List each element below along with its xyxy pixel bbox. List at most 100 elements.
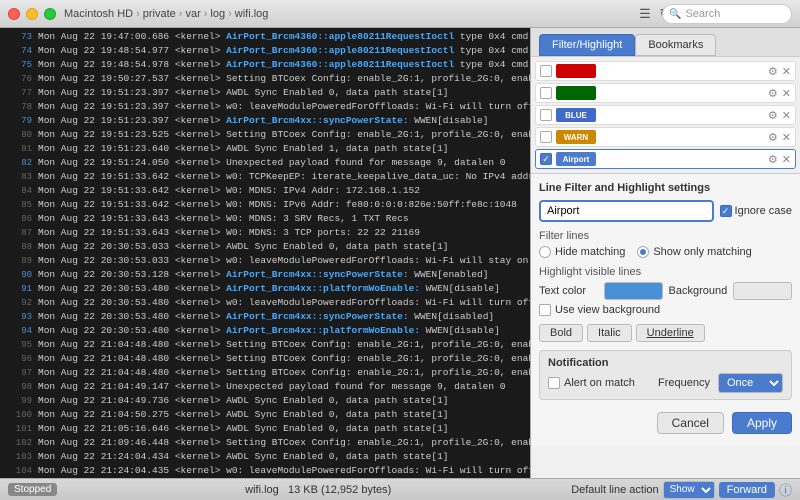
- highlight-section: Highlight visible lines Text color Backg…: [539, 266, 792, 316]
- notification-row: Alert on match Frequency Once Always Nev…: [548, 373, 783, 393]
- maximize-button[interactable]: [44, 8, 56, 20]
- filter-gear-icon[interactable]: ⚙: [768, 131, 778, 144]
- log-line: 89Mon Aug 22 20:30:53.033 <kernel> w0: l…: [0, 254, 530, 268]
- filter-input-row: ✓ Ignore case: [539, 200, 792, 222]
- background-label: Background: [669, 285, 728, 297]
- file-name: wifi.log: [245, 484, 279, 496]
- search-icon: 🔍: [669, 9, 681, 20]
- filter-lines-title: Filter lines: [539, 230, 792, 242]
- format-buttons: Bold Italic Underline: [539, 324, 792, 342]
- bg-color-swatch[interactable]: [733, 282, 792, 300]
- apply-button[interactable]: Apply: [732, 412, 792, 434]
- bold-button[interactable]: Bold: [539, 324, 583, 342]
- filter-gear-icon[interactable]: ⚙: [768, 65, 778, 78]
- italic-button[interactable]: Italic: [587, 324, 632, 342]
- airport-highlight: AirPort_Brcm4360::apple80211RequestIoctl: [226, 45, 454, 56]
- filter-checkbox[interactable]: [540, 65, 552, 77]
- filter-row[interactable]: BLUE⚙✕: [535, 105, 796, 125]
- log-text: Mon Aug 22 19:51:23.397 <kernel> AWDL Sy…: [38, 86, 526, 100]
- log-line: 90 Mon Aug 22 20:30:53.128 <kernel> AirPo…: [0, 268, 530, 282]
- title-bar: Macintosh HD › private › var › log › wif…: [0, 0, 800, 28]
- filter-close-icon[interactable]: ✕: [782, 109, 791, 122]
- line-number: 94: [4, 324, 32, 338]
- panel-section-title: Line Filter and Highlight settings: [539, 182, 792, 194]
- alert-on-match-label: Alert on match: [548, 377, 635, 389]
- filter-lines-section: Filter lines Hide matching Show only mat…: [539, 230, 792, 258]
- underline-button[interactable]: Underline: [636, 324, 705, 342]
- filter-close-icon[interactable]: ✕: [782, 87, 791, 100]
- line-number: 102: [4, 436, 32, 450]
- line-number: 86: [4, 212, 32, 226]
- log-line: 74Mon Aug 22 19:48:54.977 <kernel> AirPo…: [0, 44, 530, 58]
- tab-bookmarks[interactable]: Bookmarks: [635, 34, 716, 56]
- line-number: 76: [4, 72, 32, 86]
- minimize-button[interactable]: [26, 8, 38, 20]
- filter-gear-icon[interactable]: ⚙: [768, 109, 778, 122]
- line-number: 90: [4, 268, 32, 282]
- ignore-case-checkbox[interactable]: ✓: [720, 205, 732, 217]
- alert-on-match-checkbox[interactable]: [548, 377, 560, 389]
- filter-row[interactable]: ✓ Airport ⚙ ✕: [535, 149, 796, 169]
- log-text: Mon Aug 22 20:30:53.480 <kernel> AirPort…: [38, 282, 526, 296]
- log-text: Mon Aug 22 19:51:33.643 <kernel> W0: MDN…: [38, 212, 526, 226]
- filter-checkbox[interactable]: [540, 87, 552, 99]
- filter-checkbox[interactable]: ✓: [540, 153, 552, 165]
- log-line: 94Mon Aug 22 20:30:53.480 <kernel> AirPo…: [0, 324, 530, 338]
- breadcrumb-item[interactable]: log: [210, 8, 225, 20]
- line-number: 84: [4, 184, 32, 198]
- line-number: 81: [4, 142, 32, 156]
- log-line: 73Mon Aug 22 19:47:00.686 <kernel> AirPo…: [0, 30, 530, 44]
- text-color-row: Text color Background: [539, 282, 792, 300]
- forward-button[interactable]: Forward: [719, 482, 775, 498]
- filter-checkbox[interactable]: [540, 109, 552, 121]
- use-view-bg-checkbox[interactable]: [539, 304, 551, 316]
- breadcrumb-item[interactable]: wifi.log: [235, 8, 269, 20]
- stopped-badge: Stopped: [8, 483, 57, 496]
- line-number: 103: [4, 450, 32, 464]
- highlight-title: Highlight visible lines: [539, 266, 792, 278]
- filter-close-icon[interactable]: ✕: [782, 131, 791, 144]
- filter-row[interactable]: WARN⚙✕: [535, 127, 796, 147]
- line-number: 93: [4, 310, 32, 324]
- show-only-matching-radio[interactable]: [637, 246, 649, 258]
- log-line: 82Mon Aug 22 19:51:24.050 <kernel> Unexp…: [0, 156, 530, 170]
- log-line: 86 Mon Aug 22 19:51:33.643 <kernel> W0: M…: [0, 212, 530, 226]
- hide-matching-radio[interactable]: [539, 246, 551, 258]
- filter-gear-icon[interactable]: ⚙: [768, 87, 778, 100]
- traffic-lights: [8, 8, 56, 20]
- airport-highlight: AirPort_Brcm4xx::syncPowerState:: [226, 115, 408, 126]
- line-number: 96: [4, 352, 32, 366]
- tab-filter-highlight[interactable]: Filter/Highlight: [539, 34, 635, 56]
- default-action-label: Default line action: [571, 484, 658, 496]
- filter-color-badge: Airport: [556, 152, 596, 166]
- breadcrumb-item[interactable]: Macintosh HD: [64, 8, 133, 20]
- filter-row[interactable]: ⚙✕: [535, 61, 796, 81]
- file-info: wifi.log 13 KB (12,952 bytes): [65, 484, 571, 496]
- file-size: 13 KB (12,952 bytes): [288, 484, 391, 496]
- menu-icon[interactable]: ☰: [638, 7, 652, 21]
- text-color-swatch[interactable]: [604, 282, 663, 300]
- breadcrumb-item[interactable]: private: [143, 8, 176, 20]
- close-button[interactable]: [8, 8, 20, 20]
- frequency-select[interactable]: Once Always Never: [718, 373, 783, 393]
- cancel-button[interactable]: Cancel: [657, 412, 724, 434]
- filter-close-icon[interactable]: ✕: [782, 65, 791, 78]
- log-text: Mon Aug 22 19:51:23.525 <kernel> Setting…: [38, 128, 530, 142]
- log-line: 99Mon Aug 22 21:04:49.736 <kernel> AWDL …: [0, 394, 530, 408]
- filter-checkbox[interactable]: [540, 131, 552, 143]
- breadcrumb-item[interactable]: var: [185, 8, 200, 20]
- filter-close-icon[interactable]: ✕: [782, 153, 791, 166]
- show-select[interactable]: Show: [663, 481, 715, 499]
- filter-input[interactable]: [539, 200, 714, 222]
- airport-highlight: AirPort_Brcm4360::apple80211RequestIoctl: [226, 31, 454, 42]
- log-line: 101Mon Aug 22 21:05:16.646 <kernel> AWDL…: [0, 422, 530, 436]
- line-number: 82: [4, 156, 32, 170]
- log-line: 102Mon Aug 22 21:09:46.448 <kernel> Sett…: [0, 436, 530, 450]
- log-text: Mon Aug 22 21:04:48.480 <kernel> Setting…: [38, 366, 530, 380]
- log-area[interactable]: 73Mon Aug 22 19:47:00.686 <kernel> AirPo…: [0, 28, 530, 500]
- text-color-label: Text color: [539, 285, 598, 297]
- filter-gear-icon[interactable]: ⚙: [768, 153, 778, 166]
- search-box[interactable]: 🔍 Search: [662, 4, 792, 24]
- log-text: Mon Aug 22 20:30:53.128 <kernel> AirPort…: [38, 268, 526, 282]
- filter-row[interactable]: ⚙✕: [535, 83, 796, 103]
